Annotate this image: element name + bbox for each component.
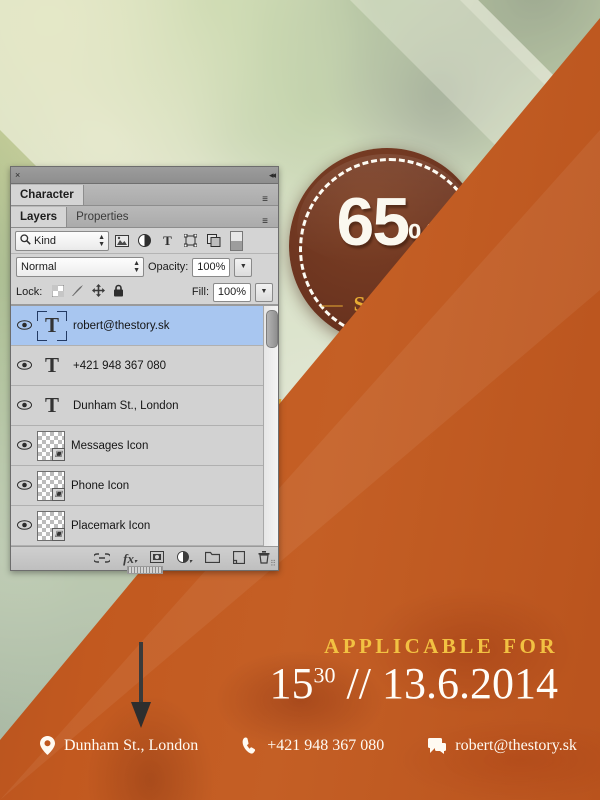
eye-icon[interactable] xyxy=(11,399,37,413)
layer-name[interactable]: Placemark Icon xyxy=(71,520,150,532)
lock-transparent-pixels-icon[interactable] xyxy=(48,284,68,300)
link-layers-icon[interactable] xyxy=(92,552,112,566)
new-layer-icon[interactable] xyxy=(232,550,246,567)
layer-thumbnail-text[interactable]: T xyxy=(37,351,67,381)
resize-grip-icon[interactable]: ⠿ xyxy=(270,559,276,568)
layer-list-scrollbar[interactable] xyxy=(263,306,278,546)
table-row[interactable]: T robert@thestory.sk xyxy=(11,306,278,346)
layers-tab-row[interactable]: Layers Properties ≡ xyxy=(11,206,278,228)
poster-canvas: LIMIT Voucher Lorem ipsum dolor sit amet… xyxy=(0,0,600,800)
contact-email-text: robert@thestory.sk xyxy=(455,736,577,754)
filter-kind-select[interactable]: Kind ▲ ▼ xyxy=(15,230,109,251)
table-row[interactable]: ▣ Placemark Icon xyxy=(11,506,278,546)
filter-toggle[interactable] xyxy=(230,230,243,251)
opacity-input[interactable]: 100% xyxy=(192,257,231,277)
layer-thumbnail-smart-object[interactable]: ▣ xyxy=(37,430,65,461)
scrollbar-thumb[interactable] xyxy=(266,310,278,348)
tab-character[interactable]: Character xyxy=(11,185,84,205)
photoshop-layers-panel[interactable]: × ◂◂ Character ≡ Layers Properties ≡ Kin… xyxy=(10,166,279,574)
lock-row[interactable]: Lock: Fill: 100% ▼ xyxy=(11,280,278,305)
fill-label: Fill: xyxy=(191,286,209,298)
layer-name[interactable]: +421 948 367 080 xyxy=(73,360,166,372)
type-filter-icon[interactable]: T xyxy=(157,231,178,250)
panel-titlebar[interactable]: × ◂◂ xyxy=(11,167,278,184)
contact-email: robert@thestory.sk xyxy=(428,737,577,755)
delete-layer-icon[interactable] xyxy=(258,550,270,567)
lock-image-pixels-icon[interactable] xyxy=(68,284,88,300)
close-icon[interactable]: × xyxy=(15,170,20,180)
contact-bar: Dunham St., London +421 948 367 080 robe… xyxy=(40,736,580,755)
contact-phone-text: +421 948 367 080 xyxy=(267,736,385,754)
chevron-updown-icon[interactable]: ▲ ▼ xyxy=(133,260,140,274)
opacity-chevron-down-icon[interactable]: ▼ xyxy=(234,257,253,277)
layer-thumbnail-smart-object[interactable]: ▣ xyxy=(37,470,65,501)
time-minutes: 30 xyxy=(313,662,336,688)
filter-kind-label: Kind xyxy=(34,234,57,247)
fill-chevron-down-icon[interactable]: ▼ xyxy=(255,282,273,302)
new-adjustment-layer-icon[interactable]: ▾ xyxy=(176,551,192,566)
layer-thumbnail-smart-object[interactable]: ▣ xyxy=(37,510,65,541)
layer-thumbnail-text[interactable]: T xyxy=(37,391,67,421)
date-value: 13.6.2014 xyxy=(382,659,558,708)
layer-style-fx-icon[interactable]: fx▾ xyxy=(123,551,137,567)
layer-name[interactable]: Phone Icon xyxy=(71,480,129,492)
table-row[interactable]: T Dunham St., London xyxy=(11,386,278,426)
phone-icon xyxy=(242,736,258,755)
blend-mode-row[interactable]: Normal ▲ ▼ Opacity: 100% ▼ xyxy=(11,254,278,280)
smart-object-filter-icon[interactable] xyxy=(203,231,224,250)
eye-icon[interactable] xyxy=(11,479,37,493)
datetime-separator: // xyxy=(335,659,382,708)
table-row[interactable]: ▣ Messages Icon xyxy=(11,426,278,466)
messages-icon xyxy=(428,737,447,754)
layer-name[interactable]: Dunham St., London xyxy=(73,400,179,412)
search-icon xyxy=(20,233,31,248)
adjustment-filter-icon[interactable] xyxy=(134,231,155,250)
fill-group: Fill: 100% ▼ xyxy=(191,282,273,302)
layer-name[interactable]: robert@thestory.sk xyxy=(73,320,169,332)
tab-properties[interactable]: Properties xyxy=(67,207,137,227)
eye-icon[interactable] xyxy=(11,439,37,453)
collapse-icon[interactable]: ◂◂ xyxy=(269,170,276,181)
fill-input[interactable]: 100% xyxy=(213,282,251,302)
layer-name[interactable]: Messages Icon xyxy=(71,440,148,452)
table-row[interactable]: T +421 948 367 080 xyxy=(11,346,278,386)
contact-address: Dunham St., London xyxy=(40,736,198,755)
lock-all-icon[interactable] xyxy=(108,284,128,300)
lock-label: Lock: xyxy=(16,286,43,298)
character-panel-menu-icon[interactable]: ≡ xyxy=(256,194,278,205)
layer-list[interactable]: T robert@thestory.sk T +421 948 367 080 … xyxy=(11,305,278,546)
image-filter-icon[interactable] xyxy=(111,231,132,250)
contact-address-text: Dunham St., London xyxy=(64,736,199,754)
eye-icon[interactable] xyxy=(11,319,37,333)
layer-thumbnail-text[interactable]: T xyxy=(37,310,67,341)
contact-phone: +421 948 367 080 xyxy=(242,737,384,755)
down-arrow-annotation xyxy=(131,642,151,728)
applicable-for-label: APPLICABLE FOR xyxy=(324,634,558,658)
layer-filter-row[interactable]: Kind ▲ ▼ T xyxy=(11,228,278,254)
eye-icon[interactable] xyxy=(11,519,37,533)
layers-panel-footer[interactable]: fx▾ ▾ ⠿ xyxy=(11,546,278,574)
time-value: 15 xyxy=(269,659,314,708)
lock-position-icon[interactable] xyxy=(88,284,108,300)
panel-gripper[interactable] xyxy=(126,566,163,574)
placemark-icon xyxy=(40,736,55,755)
shape-filter-icon[interactable] xyxy=(180,231,201,250)
applicable-datetime: 1530 // 13.6.2014 xyxy=(270,658,558,709)
new-group-icon[interactable] xyxy=(204,551,221,566)
badge-dash-left: — xyxy=(321,292,346,316)
badge-number-value: 65 xyxy=(336,184,411,260)
opacity-label: Opacity: xyxy=(148,261,189,273)
table-row[interactable]: ▣ Phone Icon xyxy=(11,466,278,506)
add-layer-mask-icon[interactable] xyxy=(149,551,164,566)
character-tab-row[interactable]: Character ≡ xyxy=(11,184,278,206)
eye-icon[interactable] xyxy=(11,359,37,373)
tab-layers[interactable]: Layers xyxy=(11,207,68,227)
blend-mode-select[interactable]: Normal ▲ ▼ xyxy=(16,257,144,277)
layers-panel-menu-icon[interactable]: ≡ xyxy=(256,216,278,227)
chevron-updown-icon[interactable]: ▲ ▼ xyxy=(98,234,105,248)
blend-mode-value: Normal xyxy=(21,261,57,273)
